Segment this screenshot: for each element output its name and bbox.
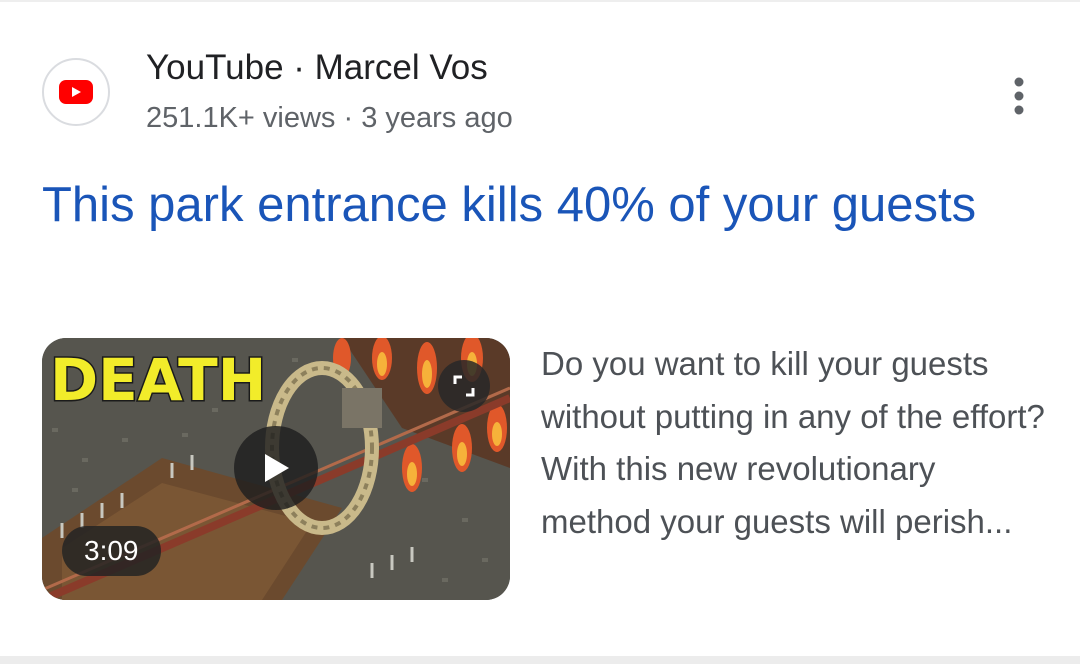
result-snippet: Do you want to kill your guests without … [541,345,1045,540]
play-button[interactable] [234,426,318,510]
duration-badge: 3:09 [62,526,161,576]
play-icon [265,454,289,482]
youtube-logo-icon [59,80,93,104]
more-vert-icon [1014,77,1024,115]
expand-icon [453,375,475,397]
expand-button[interactable] [438,360,490,412]
thumbnail-overlay-text: DEATH [50,346,266,414]
more-options-button[interactable] [996,72,1042,120]
bottom-divider [0,656,1080,664]
video-result-card: YouTube · Marcel Vos 251.1K+ views · 3 y… [0,0,1080,656]
source-favicon[interactable] [42,58,110,126]
result-title-link[interactable]: This park entrance kills 40% of your gue… [42,172,1022,239]
video-thumbnail[interactable]: DEATH 3:09 [42,338,510,600]
source-name[interactable]: YouTube · Marcel Vos [146,48,488,88]
video-meta: 251.1K+ views · 3 years ago [146,102,513,134]
